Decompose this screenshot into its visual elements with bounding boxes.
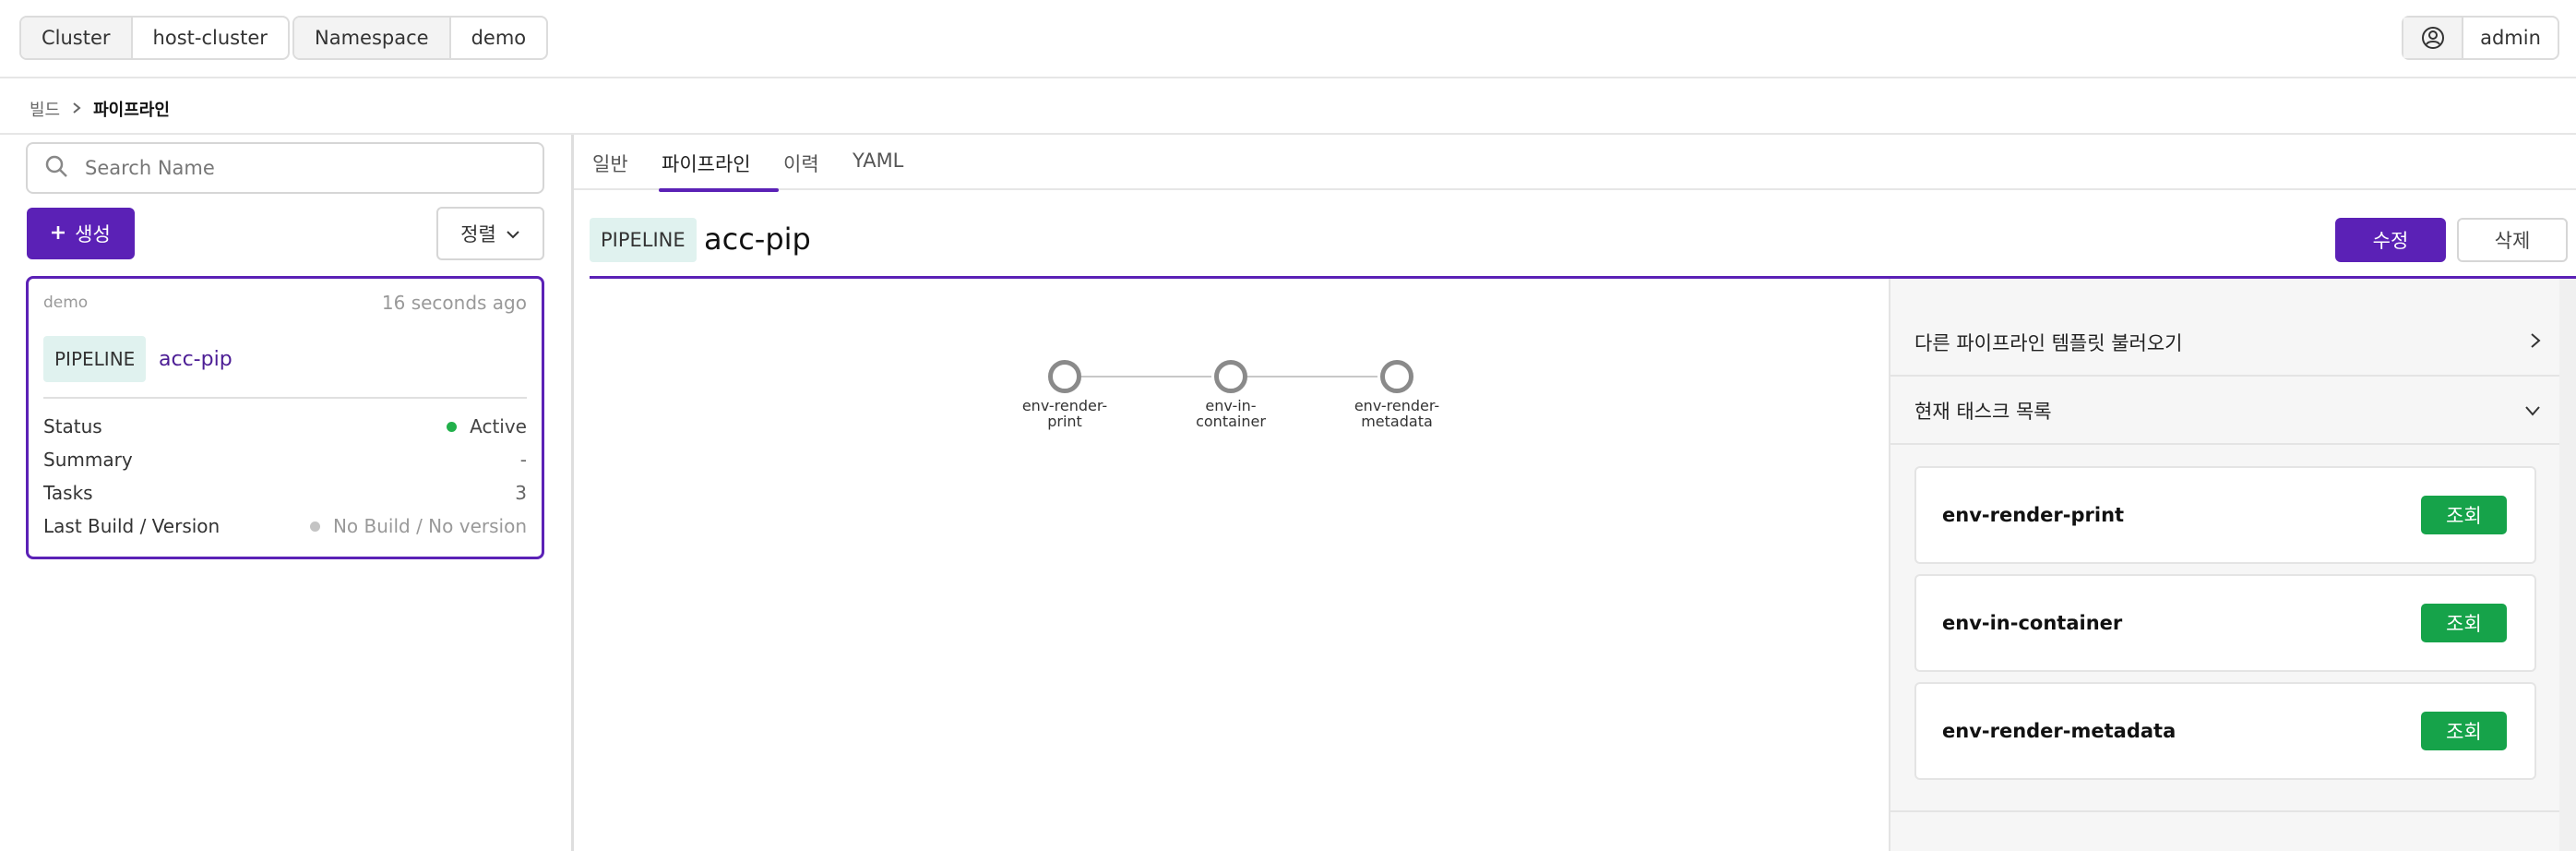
card-divider bbox=[43, 397, 527, 399]
cluster-selector[interactable]: Cluster host-cluster bbox=[19, 16, 290, 60]
chevron-down-icon bbox=[2523, 400, 2542, 422]
task-name: env-render-print bbox=[1942, 504, 2125, 526]
task-side-panel: 다른 파이프라인 템플릿 불러오기 현재 태스크 목록 env-render-p… bbox=[1889, 279, 2576, 851]
graph-node-label: env-render-print bbox=[1021, 397, 1108, 430]
load-template-accordion[interactable]: 다른 파이프라인 템플릿 불러오기 bbox=[1890, 310, 2562, 377]
side-panel-scrollbar[interactable] bbox=[2559, 279, 2576, 851]
active-tab-indicator bbox=[659, 188, 779, 192]
chevron-right-icon bbox=[71, 100, 82, 119]
tab-general[interactable]: 일반 bbox=[592, 150, 628, 177]
graph-node[interactable] bbox=[1048, 360, 1081, 393]
graph-edge bbox=[1065, 376, 1211, 378]
current-tasks-accordion[interactable]: 현재 태스크 목록 bbox=[1890, 378, 2562, 445]
user-circle-icon[interactable] bbox=[2403, 18, 2463, 58]
status-dot-icon bbox=[447, 421, 458, 432]
task-item: env-render-metadata 조회 bbox=[1914, 682, 2536, 780]
load-template-label: 다른 파이프라인 템플릿 불러오기 bbox=[1914, 332, 2183, 354]
graph-node[interactable] bbox=[1380, 360, 1413, 393]
chevron-right-icon bbox=[2529, 331, 2542, 354]
detail-pipeline-badge: PIPELINE bbox=[590, 218, 697, 262]
graph-node[interactable] bbox=[1214, 360, 1247, 393]
tasks-value: 3 bbox=[515, 482, 527, 504]
chevron-down-icon bbox=[506, 222, 520, 245]
user-menu[interactable]: admin bbox=[2402, 16, 2559, 60]
card-time: 16 seconds ago bbox=[381, 292, 527, 314]
breadcrumb: 빌드 파이프라인 bbox=[30, 96, 170, 122]
status-label: Status bbox=[43, 415, 102, 437]
card-row-tasks: Tasks 3 bbox=[43, 480, 527, 506]
cluster-label: Cluster bbox=[21, 18, 133, 58]
last-build-label: Last Build / Version bbox=[43, 515, 221, 537]
delete-button[interactable]: 삭제 bbox=[2457, 218, 2568, 262]
pipeline-badge: PIPELINE bbox=[43, 336, 147, 382]
sort-button[interactable]: 정렬 bbox=[436, 207, 544, 260]
plus-icon bbox=[51, 222, 66, 245]
breadcrumb-current: 파이프라인 bbox=[93, 101, 170, 120]
status-text: Active bbox=[470, 415, 527, 437]
summary-value: - bbox=[519, 449, 527, 471]
view-task-button[interactable]: 조회 bbox=[2421, 712, 2507, 750]
pipeline-list-panel: 생성 정렬 demo 16 seconds ago PIPELINE acc-p… bbox=[0, 135, 574, 851]
graph-edge bbox=[1231, 376, 1377, 378]
detail-tabs: 일반 파이프라인 이력 YAML bbox=[574, 135, 2576, 190]
namespace-label: Namespace bbox=[294, 18, 451, 58]
create-button[interactable]: 생성 bbox=[27, 208, 135, 259]
tab-yaml[interactable]: YAML bbox=[853, 150, 903, 172]
detail-pipeline-name: acc-pip bbox=[704, 222, 811, 257]
tasks-label: Tasks bbox=[43, 482, 93, 504]
pipeline-graph: env-render-print env-in-container env-re… bbox=[590, 279, 1889, 851]
current-tasks-label: 현재 태스크 목록 bbox=[1914, 401, 2052, 423]
top-bar: Cluster host-cluster Namespace demo admi… bbox=[0, 0, 2576, 78]
side-panel-divider bbox=[1890, 810, 2562, 812]
create-label: 생성 bbox=[75, 223, 111, 246]
pipeline-card[interactable]: demo 16 seconds ago PIPELINE acc-pip Sta… bbox=[26, 276, 544, 559]
card-namespace: demo bbox=[43, 294, 89, 312]
task-item: env-in-container 조회 bbox=[1914, 574, 2536, 672]
card-pipeline-name[interactable]: acc-pip bbox=[159, 348, 233, 371]
graph-node-label: env-render-metadata bbox=[1354, 397, 1440, 430]
namespace-value[interactable]: demo bbox=[451, 18, 547, 58]
search-input[interactable] bbox=[85, 157, 509, 179]
card-row-status: Status Active bbox=[43, 414, 527, 439]
tab-pipeline[interactable]: 파이프라인 bbox=[662, 150, 751, 177]
view-task-button[interactable]: 조회 bbox=[2421, 604, 2507, 642]
edit-button[interactable]: 수정 bbox=[2335, 218, 2446, 262]
cluster-value[interactable]: host-cluster bbox=[133, 18, 288, 58]
tab-history[interactable]: 이력 bbox=[783, 150, 819, 177]
task-name: env-render-metadata bbox=[1942, 720, 2176, 742]
last-build-text: No Build / No version bbox=[332, 515, 527, 537]
view-task-button[interactable]: 조회 bbox=[2421, 496, 2507, 534]
user-name[interactable]: admin bbox=[2463, 18, 2558, 58]
card-row-summary: Summary - bbox=[43, 447, 527, 473]
last-build-value: No Build / No version bbox=[309, 515, 527, 537]
build-dot-icon bbox=[309, 521, 320, 532]
sort-label: 정렬 bbox=[460, 223, 496, 246]
summary-label: Summary bbox=[43, 449, 133, 471]
task-item: env-render-print 조회 bbox=[1914, 466, 2536, 564]
namespace-selector[interactable]: Namespace demo bbox=[292, 16, 549, 60]
graph-node-label: env-in-container bbox=[1196, 397, 1266, 430]
search-box[interactable] bbox=[26, 142, 544, 194]
search-icon bbox=[44, 154, 68, 182]
breadcrumb-parent[interactable]: 빌드 bbox=[30, 97, 60, 121]
task-name: env-in-container bbox=[1942, 612, 2123, 634]
card-row-last-build: Last Build / Version No Build / No versi… bbox=[43, 513, 527, 539]
status-value: Active bbox=[447, 415, 527, 437]
